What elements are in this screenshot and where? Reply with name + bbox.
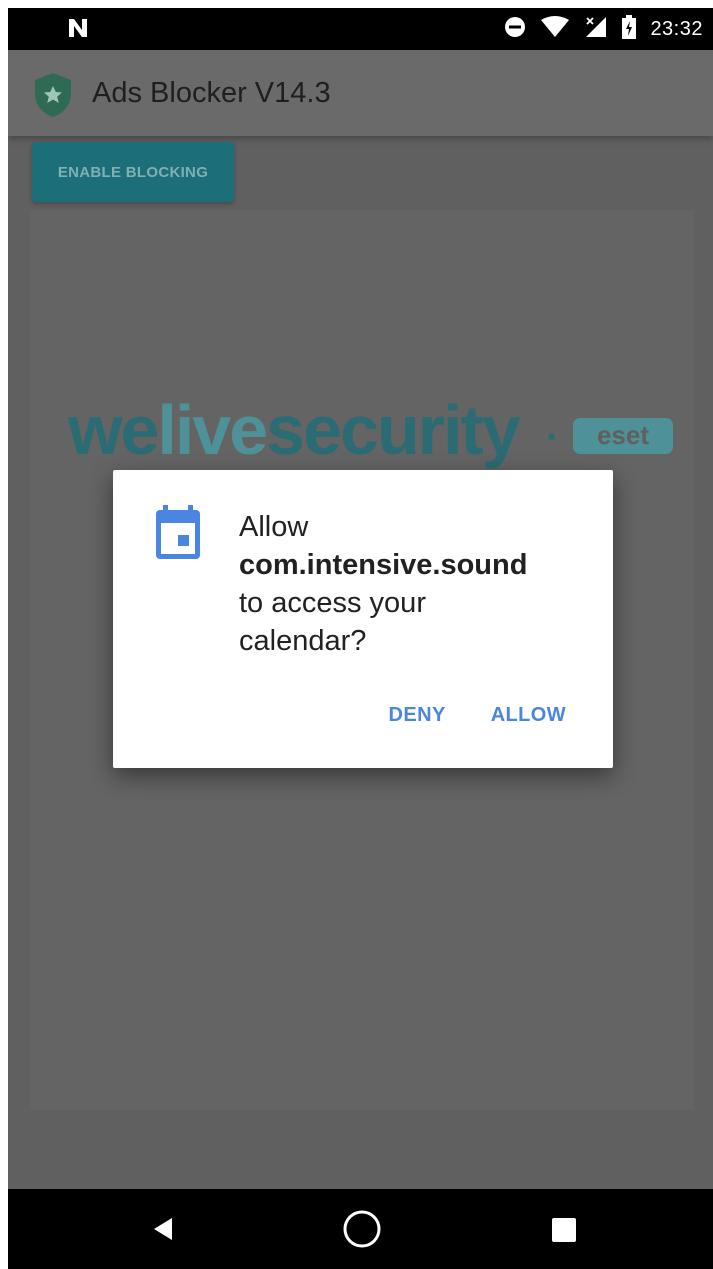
app-title: Ads Blocker V14.3 <box>92 77 331 109</box>
watermark-separator: · <box>546 415 559 459</box>
app-bar: Ads Blocker V14.3 <box>8 50 713 136</box>
eset-label: eset <box>597 420 649 450</box>
dialog-message: Allow com.intensive.sound to access your… <box>239 508 589 660</box>
calendar-icon <box>154 505 202 566</box>
watermark-security: security <box>266 391 521 469</box>
enable-blocking-button[interactable]: ENABLE BLOCKING <box>32 142 234 202</box>
battery-icon <box>622 15 637 44</box>
eset-logo: eset <box>573 418 673 454</box>
welivesecurity-watermark: welivesecurity · eset <box>67 380 713 480</box>
watermark-live: live <box>157 391 266 469</box>
notification-n-icon <box>66 16 90 45</box>
dialog-line-access: to access your <box>239 587 426 619</box>
dialog-package-name: com.intensive.sound <box>239 549 528 581</box>
shield-star-icon <box>34 72 72 123</box>
allow-button[interactable]: ALLOW <box>491 704 566 727</box>
status-bar: 23:32 <box>8 8 713 50</box>
do-not-disturb-icon <box>504 16 526 43</box>
permission-dialog: Allow com.intensive.sound to access your… <box>113 470 613 768</box>
home-icon[interactable] <box>342 1209 382 1249</box>
svg-text:welivesecurity: welivesecurity <box>68 391 521 469</box>
watermark-we: we <box>68 391 157 469</box>
status-time: 23:32 <box>650 18 703 40</box>
recents-icon[interactable] <box>550 1216 578 1244</box>
back-icon[interactable] <box>148 1214 178 1244</box>
signal-icon <box>584 15 608 44</box>
phone-screen: 23:32 Ads Blocker V14.3 ENABLE BLOCKING … <box>8 8 713 1269</box>
dialog-line-allow: Allow <box>239 511 309 543</box>
dialog-line-calendar: calendar? <box>239 625 367 657</box>
wifi-icon <box>540 16 570 43</box>
status-icons: 23:32 <box>504 15 703 44</box>
navigation-bar <box>8 1189 713 1269</box>
dialog-actions: DENY ALLOW <box>389 704 566 727</box>
deny-button[interactable]: DENY <box>389 704 446 727</box>
